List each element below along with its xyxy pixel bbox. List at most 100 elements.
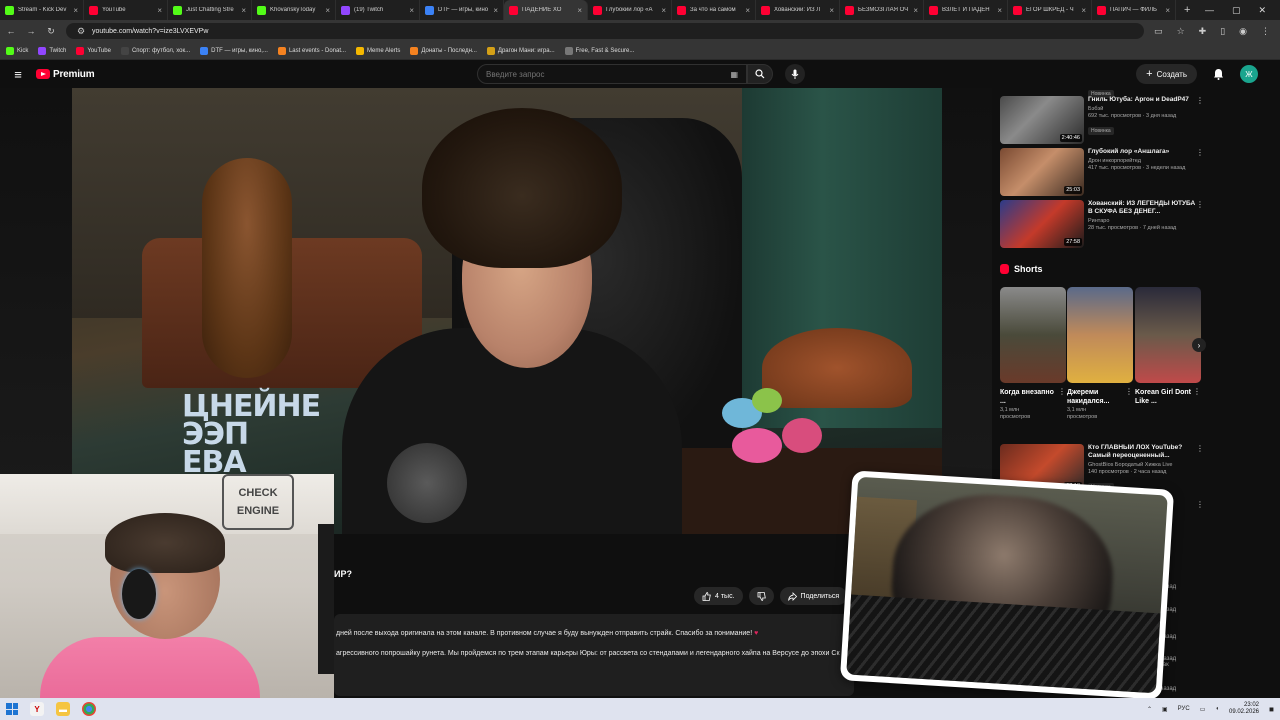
browser-tab[interactable]: Just Chatting Stre × <box>168 0 252 20</box>
create-button[interactable]: + Создать <box>1136 64 1197 84</box>
short-thumbnail[interactable] <box>1135 287 1201 383</box>
extensions-icon[interactable]: ✚ <box>1199 26 1207 37</box>
channel-name[interactable]: Бэбэй <box>1088 106 1198 112</box>
browser-menu-icon[interactable]: ⋮ <box>1261 26 1270 37</box>
notifications-bell-icon[interactable] <box>1213 68 1224 80</box>
video-title[interactable]: Глубокий лор «Аншлага» <box>1088 148 1198 156</box>
tab-close-icon[interactable]: × <box>73 6 78 15</box>
short-title[interactable]: Когда внезапно ... <box>1000 388 1056 406</box>
reload-icon[interactable]: ↻ <box>46 26 56 37</box>
recommended-video[interactable]: 27:58 Хованский: ИЗ ЛЕГЕНДЫ ЮТУБА В СКУФА… <box>1000 200 1204 250</box>
video-player[interactable]: ЦНЕЙНЕ ЭЭП ЕВА <box>0 88 992 534</box>
site-info-icon[interactable]: ⚙ <box>76 26 86 37</box>
video-thumbnail[interactable]: 27:58 <box>1000 200 1084 248</box>
maximize-icon[interactable]: ▢ <box>1232 5 1241 16</box>
tab-close-icon[interactable]: × <box>577 6 582 15</box>
browser-tab[interactable]: ПАДЕНИЕ ХО × <box>504 0 588 20</box>
video-title[interactable]: Гниль Ютуба: Аргон и DeadP47 <box>1088 96 1198 104</box>
dislike-button[interactable] <box>748 587 774 605</box>
tab-close-icon[interactable]: × <box>325 6 330 15</box>
short-item[interactable]: Когда внезапно ... 3,1 млн просмотров ⋮ <box>1000 287 1066 421</box>
more-options-icon[interactable]: ⋮ <box>1196 200 1204 209</box>
channel-name[interactable]: GhostBios Бородатый Хижка Live <box>1088 462 1198 468</box>
clock[interactable]: 23:02 09.02.2026 <box>1229 702 1259 716</box>
shorts-next-button[interactable]: › <box>1192 338 1206 352</box>
windows-start-icon[interactable] <box>6 703 18 715</box>
bookmark-item[interactable]: Kick <box>6 46 28 55</box>
short-thumbnail[interactable] <box>1000 287 1066 383</box>
bookmark-item[interactable]: Twitch <box>38 46 66 55</box>
volume-icon[interactable]: ◖ <box>1215 706 1219 712</box>
more-options-icon[interactable]: ⋮ <box>1196 500 1204 509</box>
bookmark-item[interactable]: Last events - Donat... <box>277 46 346 55</box>
network-icon[interactable]: ▭ <box>1200 706 1206 713</box>
short-title[interactable]: Джереми накидался... <box>1067 388 1123 406</box>
tab-close-icon[interactable]: × <box>409 6 414 15</box>
search-box[interactable]: ▦ <box>477 64 747 84</box>
search-input[interactable] <box>486 69 706 79</box>
file-explorer-icon[interactable]: ▬ <box>56 702 70 716</box>
browser-tab[interactable]: БЕЗМОЗГЛАЯ ОЧ × <box>840 0 924 20</box>
browser-tab[interactable]: ЕГОР ШКРЕД - Ч × <box>1008 0 1092 20</box>
more-options-icon[interactable]: ⋮ <box>1058 387 1066 396</box>
browser-tab[interactable]: Глубокий лор «А × <box>588 0 672 20</box>
more-options-icon[interactable]: ⋮ <box>1196 96 1204 105</box>
youtube-logo[interactable]: Premium <box>36 69 95 80</box>
notifications-icon[interactable]: ◼ <box>1269 706 1274 713</box>
bookmark-item[interactable]: Донаты - Последн... <box>410 46 477 55</box>
channel-name[interactable]: Ринтаро <box>1088 218 1198 224</box>
bookmark-item[interactable]: Драгон Мани: игра... <box>486 46 555 55</box>
channel-name[interactable]: Дрон инкорпорейтед <box>1088 158 1198 164</box>
new-tab-button[interactable]: + <box>1176 4 1198 16</box>
tray-expand-icon[interactable]: ⌃ <box>1147 706 1152 713</box>
more-options-icon[interactable]: ⋮ <box>1193 387 1201 396</box>
language-indicator[interactable]: РУС <box>1178 706 1190 712</box>
back-icon[interactable]: ← <box>6 26 16 36</box>
video-title[interactable]: Хованский: ИЗ ЛЕГЕНДЫ ЮТУБА В СКУФА БЕЗ … <box>1088 200 1198 216</box>
minimize-icon[interactable]: — <box>1205 5 1214 16</box>
video-description[interactable]: дней после выхода оригинала на этом кана… <box>334 614 854 696</box>
cast-icon[interactable]: ▭ <box>1154 26 1163 37</box>
short-title[interactable]: Korean Girl Dont Like ... <box>1135 388 1191 406</box>
browser-tab[interactable]: ПАПИЧ — ФИЛЬ × <box>1092 0 1176 20</box>
account-avatar[interactable]: Ж <box>1240 65 1258 83</box>
tray-app-icon[interactable]: ▣ <box>1162 706 1168 713</box>
recommended-video[interactable]: 2:40:46 Гниль Ютуба: Аргон и DeadP47 Бэбэй… <box>1000 96 1204 146</box>
tab-close-icon[interactable]: × <box>241 6 246 15</box>
short-thumbnail[interactable] <box>1067 287 1133 383</box>
tab-close-icon[interactable]: × <box>745 6 750 15</box>
video-thumbnail[interactable]: 2:40:46 <box>1000 96 1084 144</box>
tab-close-icon[interactable]: × <box>829 6 834 15</box>
bookmark-item[interactable]: Free, Fast & Secure... <box>564 46 634 55</box>
tab-close-icon[interactable]: × <box>157 6 162 15</box>
browser-tab[interactable]: ВЗЛЕТ И ПАДЕН × <box>924 0 1008 20</box>
browser-tab[interactable]: Stream - Kick Dev × <box>0 0 84 20</box>
short-item[interactable]: Джереми накидался... 3,1 млн просмотров ⋮ <box>1067 287 1133 421</box>
profile-icon[interactable]: ◉ <box>1239 26 1247 37</box>
browser-tab[interactable]: За что на самом × <box>672 0 756 20</box>
tab-close-icon[interactable]: × <box>997 6 1002 15</box>
browser-tab[interactable]: KhovanskyToday × <box>252 0 336 20</box>
tab-close-icon[interactable]: × <box>493 6 498 15</box>
video-frame[interactable]: ЦНЕЙНЕ ЭЭП ЕВА <box>72 88 942 534</box>
chrome-icon[interactable] <box>82 702 96 716</box>
search-button[interactable] <box>747 64 773 84</box>
close-window-icon[interactable]: ✕ <box>1258 5 1266 16</box>
more-options-icon[interactable]: ⋮ <box>1125 387 1133 396</box>
bookmark-item[interactable]: Спорт: футбол, хок... <box>120 46 190 55</box>
short-item[interactable]: Korean Girl Dont Like ... ⋮ <box>1135 287 1201 407</box>
bookmark-item[interactable]: YouTube <box>76 46 111 55</box>
bookmark-star-icon[interactable]: ☆ <box>1177 26 1185 37</box>
yandex-browser-icon[interactable]: Y <box>30 702 44 716</box>
tab-close-icon[interactable]: × <box>1081 6 1086 15</box>
forward-icon[interactable]: → <box>26 26 36 36</box>
browser-tab[interactable]: Хованский: ИЗ Л × <box>756 0 840 20</box>
video-thumbnail[interactable]: 25:03 <box>1000 148 1084 196</box>
tab-close-icon[interactable]: × <box>913 6 918 15</box>
browser-tab[interactable]: DTF — игры, кино × <box>420 0 504 20</box>
keyboard-icon[interactable]: ▦ <box>730 70 738 79</box>
more-options-icon[interactable]: ⋮ <box>1196 444 1204 453</box>
tab-close-icon[interactable]: × <box>661 6 666 15</box>
recommended-video[interactable]: 25:03 Глубокий лор «Аншлага» Дрон инкорпор… <box>1000 148 1204 198</box>
more-options-icon[interactable]: ⋮ <box>1196 148 1204 157</box>
